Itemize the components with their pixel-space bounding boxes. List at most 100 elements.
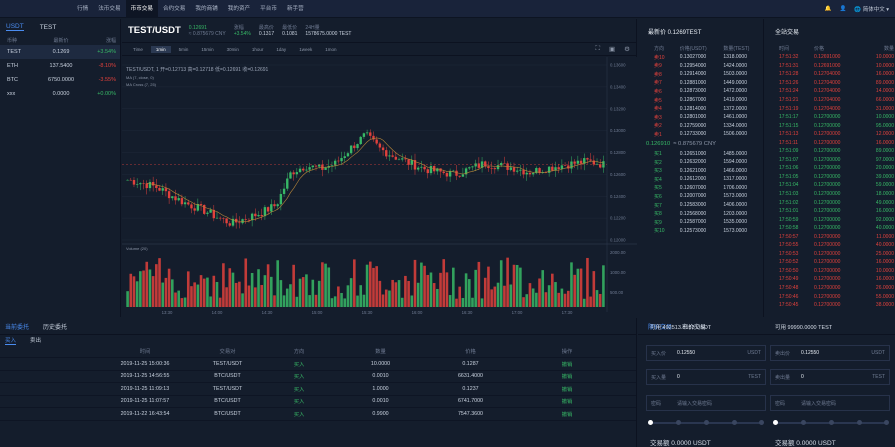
book-row[interactable]: 卖7 0.12881000 1449.0000 <box>638 79 763 88</box>
buy-price-input[interactable]: 买入价 0.12550 USDT <box>646 345 766 361</box>
candlestick-chart[interactable]: 0.13600 0.13400 0.13200 0.13000 0.12800 0.126… <box>122 57 637 317</box>
market-row[interactable]: TEST 0.1269 +3.54% <box>0 45 120 59</box>
timeframe-button[interactable]: 1min <box>150 45 171 53</box>
book-row[interactable]: 买5 0.12607000 1706.0000 <box>638 184 763 193</box>
candle <box>458 175 461 177</box>
sell-qty-input[interactable]: 卖出量 0 TEST <box>770 369 890 385</box>
book-row[interactable]: 买3 0.12621000 1466.0000 <box>638 167 763 176</box>
book-row[interactable]: 买9 0.12587000 1535.0000 <box>638 218 763 227</box>
sell-percent-slider[interactable] <box>773 420 889 425</box>
book-row[interactable]: 买10 0.12573000 1573.0000 <box>638 226 763 235</box>
slider-dot[interactable] <box>648 420 653 425</box>
nav-item[interactable]: 我的商铺 <box>190 0 222 18</box>
slider-dot[interactable] <box>732 420 737 425</box>
book-row[interactable]: 买4 0.12612000 1317.0000 <box>638 175 763 184</box>
trade-price: 0.12700000 <box>814 293 841 300</box>
timeframe-button[interactable]: 1hour <box>247 46 269 53</box>
order-pair: BTC/USDT <box>214 398 241 405</box>
cancel-order-button[interactable]: 撤销 <box>523 410 611 418</box>
market-row[interactable]: BTC 6750.0000 -3.55% <box>0 73 120 87</box>
book-row[interactable]: 卖4 0.12814000 1372.0000 <box>638 104 763 113</box>
slider-dot[interactable] <box>884 420 889 425</box>
chart-svg[interactable]: 0.13600 0.13400 0.13200 0.13000 0.12800 0.126… <box>122 57 637 317</box>
book-row[interactable]: 卖6 0.12873000 1472.0000 <box>638 87 763 96</box>
buy-percent-slider[interactable] <box>648 420 764 425</box>
bell-icon[interactable]: 🔔 <box>825 6 832 12</box>
nav-item[interactable]: 平台币 <box>255 0 282 18</box>
market-row[interactable]: ETH 137.5400 -8.10% <box>0 59 120 73</box>
tab-current-orders[interactable]: 当前委托 <box>5 322 29 331</box>
timeframe-button[interactable]: 15min <box>196 46 218 53</box>
tab-buy-orders[interactable]: 买入 <box>5 336 17 345</box>
book-row[interactable]: 买6 0.12007000 1573.0000 <box>638 192 763 201</box>
slider-dot[interactable] <box>759 420 764 425</box>
user-icon[interactable]: 👤 <box>839 6 846 12</box>
tab-test[interactable]: TEST <box>40 24 57 31</box>
volume-bar <box>566 290 570 307</box>
sell-password-input[interactable]: 密码 请输入交易密码 <box>770 395 890 411</box>
book-row[interactable]: 卖5 0.12867000 1419.0000 <box>638 96 763 105</box>
volume-bar <box>576 268 580 307</box>
cancel-order-button[interactable]: 撤销 <box>523 360 611 368</box>
trade-row: 17:50:46 0.12700000 55.0000 <box>765 292 895 301</box>
order-pair: BTC/USDT <box>214 373 241 380</box>
candle <box>158 187 161 191</box>
book-row[interactable]: 买8 0.12568000 1203.0000 <box>638 209 763 218</box>
nav-item[interactable]: 新手营 <box>282 0 309 18</box>
trade-row: 17:51:13 0.12700000 12.0000 <box>765 130 895 139</box>
sell-price-input[interactable]: 卖出价 0.12550 USDT <box>770 345 890 361</box>
trade-row: 17:51:04 0.12700000 59.0000 <box>765 181 895 190</box>
price-tick-label: 0.13200 <box>610 106 626 111</box>
buy-password-input[interactable]: 密码 请输入交易密码 <box>646 395 766 411</box>
cancel-order-button[interactable]: 撤销 <box>523 385 611 393</box>
volume-bar <box>148 269 152 307</box>
slider-dot[interactable] <box>801 420 806 425</box>
timeframe-button[interactable]: 1week <box>294 46 317 53</box>
slider-dot[interactable] <box>773 420 778 425</box>
language-selector[interactable]: 🌐 简体中文 ▾ <box>854 5 889 13</box>
book-row[interactable]: 卖9 0.12954000 1424.0000 <box>638 62 763 71</box>
settings-icon[interactable]: ⚙ <box>624 45 630 53</box>
cancel-order-button[interactable]: 撤销 <box>523 397 611 405</box>
timeframe-button[interactable]: 30min <box>222 46 244 53</box>
book-row[interactable]: 卖2 0.12759000 1334.0000 <box>638 121 763 130</box>
timeframe-button[interactable]: 5min <box>174 46 194 53</box>
candle <box>471 166 474 168</box>
nav-item[interactable]: 我的资产 <box>223 0 255 18</box>
nav-item[interactable]: 币币交易 <box>125 0 158 18</box>
screenshot-icon[interactable]: ▣ <box>609 45 615 53</box>
slider-dot[interactable] <box>829 420 834 425</box>
volume-bar <box>353 259 356 307</box>
slider-dot[interactable] <box>857 420 862 425</box>
cancel-order-button[interactable]: 撤销 <box>523 372 611 380</box>
timeframe-button[interactable]: 1mon <box>320 46 341 53</box>
book-row[interactable]: 卖10 0.13027000 1318.0000 <box>638 53 763 62</box>
tab-history-orders[interactable]: 历史委托 <box>43 322 67 331</box>
book-row[interactable]: 卖8 0.12914000 1503.0000 <box>638 70 763 79</box>
candle <box>151 182 155 186</box>
book-row[interactable]: 卖1 0.12733000 1506.0000 <box>638 130 763 139</box>
tab-usdt[interactable]: USDT <box>6 23 24 31</box>
logo[interactable] <box>4 4 56 14</box>
slider-dot[interactable] <box>704 420 709 425</box>
time-tick-label: 15:00 <box>312 310 323 315</box>
time-tick-label: 16:30 <box>462 310 473 315</box>
nav-item[interactable]: 合约交易 <box>158 0 190 18</box>
buy-qty-input[interactable]: 买入量 0 TEST <box>646 369 766 385</box>
price-tick-label: 0.13000 <box>610 128 626 133</box>
nav-item[interactable]: 法币交易 <box>93 0 125 18</box>
volume-bar <box>171 279 174 307</box>
timeframe-button[interactable]: Time <box>128 46 148 53</box>
nav-item[interactable]: 行情 <box>72 0 93 18</box>
order-time: 2019-11-25 11:07:57 <box>120 398 170 405</box>
timeframe-button[interactable]: 1day <box>271 46 291 53</box>
candle <box>289 172 292 179</box>
market-row[interactable]: xxx 0.0000 +0.00% <box>0 87 120 101</box>
book-row[interactable]: 卖3 0.12801000 1461.0000 <box>638 113 763 122</box>
book-row[interactable]: 买2 0.12632000 1594.0000 <box>638 158 763 167</box>
book-row[interactable]: 买7 0.12583000 1406.0000 <box>638 201 763 210</box>
fullscreen-icon[interactable]: ⛶ <box>595 45 600 53</box>
book-row[interactable]: 买1 0.12651000 1485.0000 <box>638 149 763 158</box>
slider-dot[interactable] <box>676 420 681 425</box>
tab-sell-orders[interactable]: 卖出 <box>30 336 41 344</box>
